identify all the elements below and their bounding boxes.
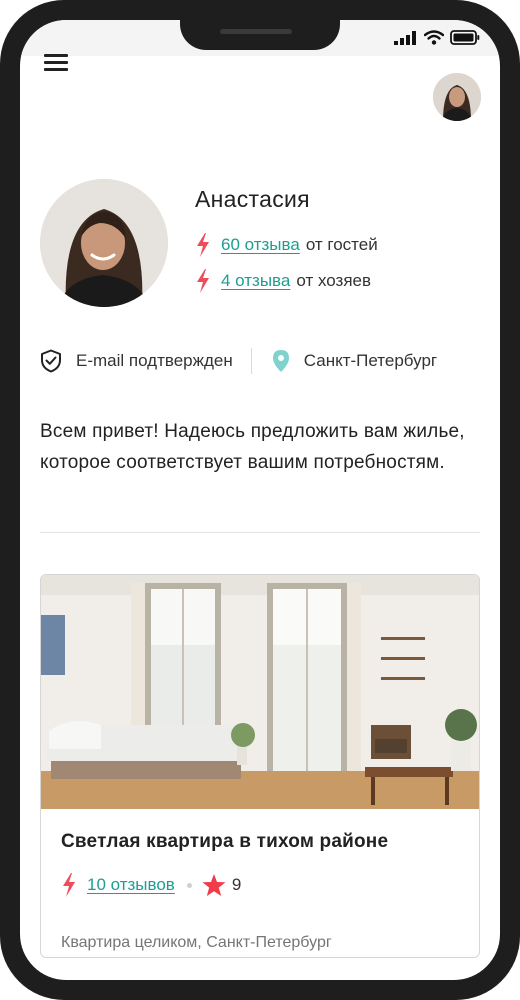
user-meta: E-mail подтвержден Санкт-Петербург	[40, 347, 480, 375]
listing-photo	[41, 575, 479, 809]
user-bio: Всем привет! Надеюсь предложить вам жиль…	[40, 421, 465, 473]
lightning-icon	[197, 269, 209, 293]
signal-icon	[394, 30, 416, 45]
listing-rating: 9	[231, 875, 242, 894]
profile-photo	[40, 179, 168, 307]
phone-frame: Анастасия 60 отзыва от гостей 4 отзыва о…	[0, 0, 520, 1000]
star-icon	[202, 874, 226, 896]
profile-avatar	[40, 179, 168, 307]
menu-icon[interactable]	[44, 54, 68, 72]
section-divider	[40, 532, 480, 533]
guest-reviews: 60 отзыва от гостей	[195, 233, 378, 257]
listing-title: Светлая квартира в тихом районе	[61, 831, 389, 852]
wifi-icon	[424, 30, 444, 45]
user-city: Санкт-Петербург	[303, 351, 438, 370]
stat-dot	[186, 882, 192, 888]
notch	[180, 20, 340, 50]
lightning-icon	[63, 873, 75, 897]
user-name: Анастасия	[195, 186, 310, 212]
email-status: E-mail подтвержден	[76, 351, 233, 370]
location-pin-icon	[272, 350, 289, 372]
header-avatar[interactable]	[433, 73, 481, 121]
meta-divider	[250, 348, 252, 374]
listing-card[interactable]: Светлая квартира в тихом районе 10 отзыв…	[40, 574, 480, 958]
listing-reviews-link[interactable]: 10 отзывов	[87, 875, 175, 895]
shield-check-icon	[41, 349, 61, 373]
guest-reviews-label: от гостей	[305, 235, 378, 254]
guest-reviews-link[interactable]: 60 отзыва	[221, 235, 300, 255]
listing-subtitle: Квартира целиком, Санкт-Петербург	[61, 934, 332, 951]
host-reviews: 4 отзыва от хозяев	[195, 269, 371, 293]
screen: Анастасия 60 отзыва от гостей 4 отзыва о…	[20, 20, 500, 980]
listing-stats: 10 отзывов 9	[61, 873, 241, 897]
notch-speaker	[220, 29, 292, 34]
host-reviews-link[interactable]: 4 отзыва	[221, 271, 290, 291]
avatar-photo	[433, 73, 481, 121]
status-icons	[394, 30, 480, 45]
battery-icon	[450, 30, 480, 45]
host-reviews-label: от хозяев	[296, 271, 372, 290]
lightning-icon	[197, 233, 209, 257]
